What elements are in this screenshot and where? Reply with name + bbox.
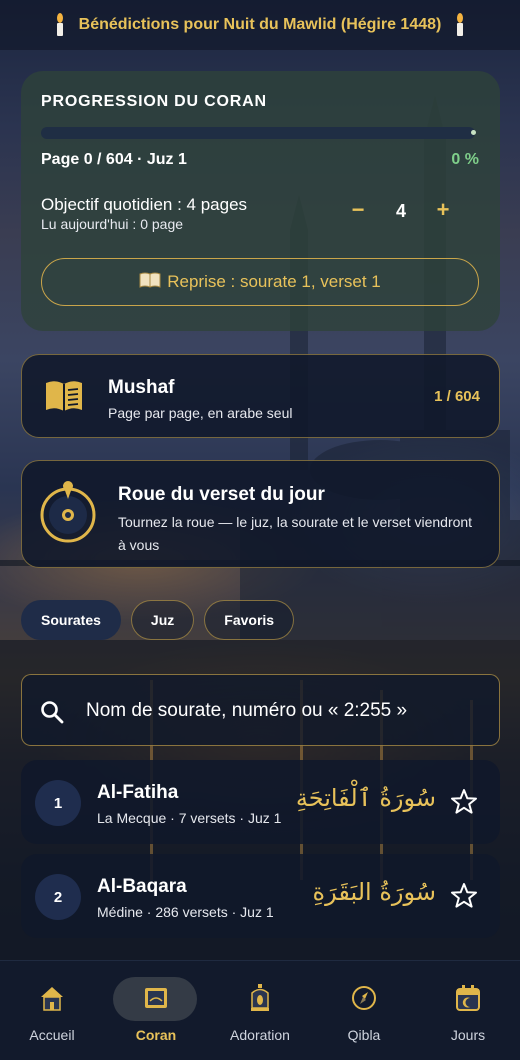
calendar-icon <box>456 985 480 1011</box>
daily-goal-text: Objectif quotidien : 4 pages <box>41 195 248 214</box>
surah-meta: Médine · 286 versets · Juz 1 <box>97 904 274 920</box>
list-item-surah-1[interactable]: 1 Al-Fatiha La Mecque · 7 versets · Juz … <box>21 760 500 844</box>
nav-label-adoration: Adoration <box>230 1027 290 1043</box>
list-item-surah-2[interactable]: 2 Al-Baqara Médine · 286 versets · Juz 1… <box>21 854 500 938</box>
favorite-star-icon[interactable] <box>450 882 478 910</box>
verse-wheel-card[interactable]: Roue du verset du jour Tournez la roue —… <box>21 460 500 568</box>
open-book-icon <box>139 271 161 294</box>
favorite-star-icon[interactable] <box>450 788 478 816</box>
list-filter-tabs: Sourates Juz Favoris <box>21 600 295 640</box>
mushaf-subtitle: Page par page, en arabe seul <box>108 405 293 421</box>
nav-qibla[interactable]: Qibla <box>312 961 416 1060</box>
goal-decrease-button[interactable]: − <box>348 197 368 223</box>
lantern-icon <box>251 984 269 1011</box>
resume-reading-button[interactable]: Reprise : sourate 1, verset 1 <box>41 258 479 306</box>
mushaf-title: Mushaf <box>108 377 175 398</box>
mushaf-page-count: 1 / 604 <box>434 388 480 405</box>
nav-adoration[interactable]: Adoration <box>208 961 312 1060</box>
goal-increase-button[interactable]: + <box>433 197 453 223</box>
mawlid-banner: Bénédictions pour Nuit du Mawlid (Hégire… <box>0 0 520 50</box>
nav-label-accueil: Accueil <box>29 1027 75 1043</box>
quran-progress-card: PROGRESSION DU CORAN Page 0 / 604 · Juz … <box>21 71 500 331</box>
tab-sourates[interactable]: Sourates <box>21 600 121 640</box>
mushaf-card[interactable]: Mushaf Page par page, en arabe seul 1 / … <box>21 354 500 438</box>
search-input[interactable] <box>86 695 482 727</box>
progress-bar-end-dot <box>471 130 476 135</box>
candle-icon <box>451 13 469 37</box>
progress-percent: 0 % <box>451 151 479 168</box>
goal-value: 4 <box>395 201 406 221</box>
compass-icon <box>352 986 376 1010</box>
search-icon <box>41 701 64 724</box>
wheel-title: Roue du verset du jour <box>118 484 325 505</box>
tab-favoris[interactable]: Favoris <box>204 600 295 640</box>
banner-text: Bénédictions pour Nuit du Mawlid (Hégire… <box>78 16 442 33</box>
surah-search <box>21 674 500 746</box>
nav-accueil[interactable]: Accueil <box>0 961 104 1060</box>
home-icon <box>41 987 63 1011</box>
surah-meta: La Mecque · 7 versets · Juz 1 <box>97 810 282 826</box>
nav-label-jours: Jours <box>450 1027 486 1043</box>
progress-bar <box>41 127 475 139</box>
book-icon <box>46 381 82 411</box>
nav-label-coran: Coran <box>135 1027 177 1043</box>
read-today-text: Lu aujourd'hui : 0 page <box>41 216 184 232</box>
surah-number-badge: 2 <box>35 874 81 920</box>
progress-page-text: Page 0 / 604 · Juz 1 <box>41 151 187 168</box>
nav-jours[interactable]: Jours <box>416 961 520 1060</box>
wheel-subtitle: Tournez la roue — le juz, la sourate et … <box>118 514 473 553</box>
surah-number-badge: 1 <box>35 780 81 826</box>
nav-label-qibla: Qibla <box>347 1027 381 1043</box>
resume-reading-label: Reprise : sourate 1, verset 1 <box>167 272 381 291</box>
candle-icon <box>51 13 69 37</box>
bottom-navigation: Accueil Coran Adoration Qibla Jours <box>0 960 520 1060</box>
tab-juz[interactable]: Juz <box>130 600 195 640</box>
surah-arabic-name: سُورَةُ البَقَرَةِ <box>312 878 436 906</box>
progress-title: PROGRESSION DU CORAN <box>41 93 267 110</box>
surah-arabic-name: سُورَةُ ٱلْفَاتِحَةِ <box>295 784 436 812</box>
quran-icon <box>145 988 167 1008</box>
surah-name: Al-Baqara <box>97 876 187 897</box>
surah-name: Al-Fatiha <box>97 782 179 803</box>
nav-coran[interactable]: Coran <box>104 961 208 1060</box>
wheel-icon <box>40 481 96 543</box>
